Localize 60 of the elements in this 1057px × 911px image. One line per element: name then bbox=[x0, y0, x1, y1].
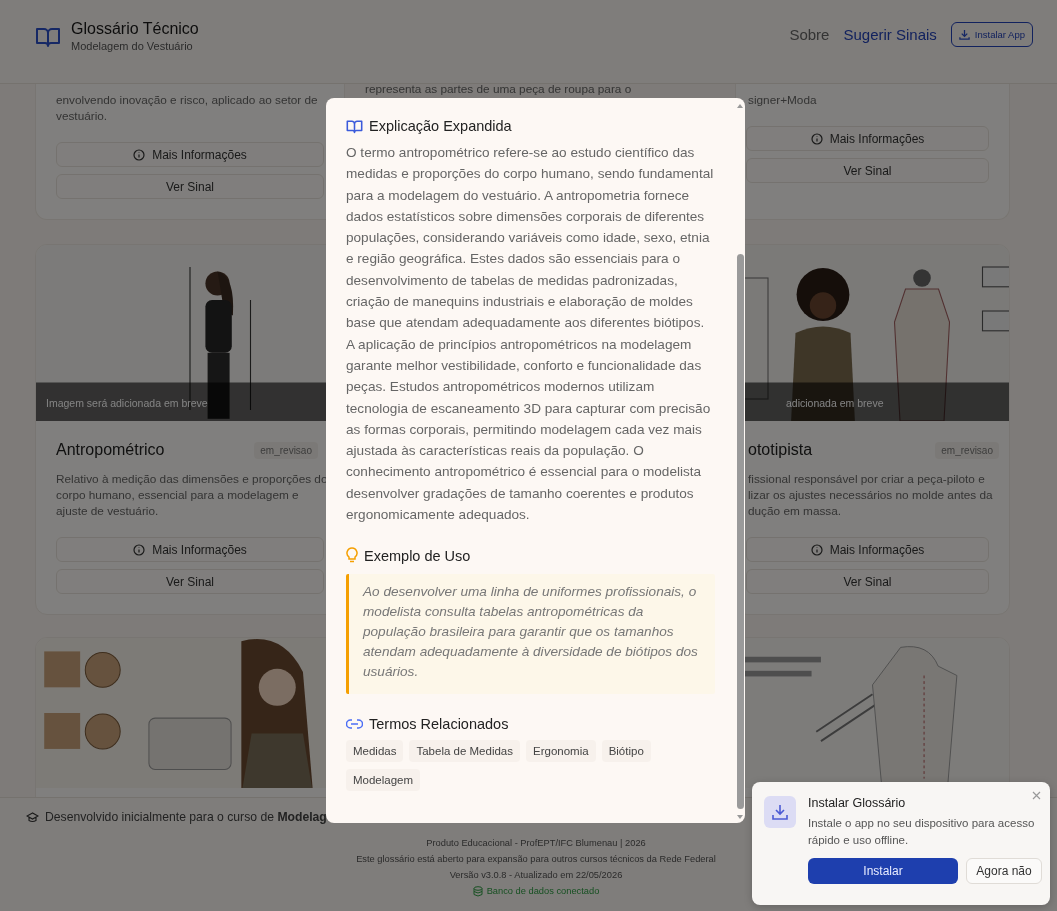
card-description-line: fissional responsável por criar a peça-piloto e bbox=[748, 471, 986, 487]
info-icon bbox=[133, 148, 146, 161]
related-term-chip[interactable]: Medidas bbox=[346, 740, 404, 763]
footer-line: Versão v3.0.8 - Atualizado em 22/05/2026 bbox=[449, 869, 623, 882]
install-app-button[interactable]: Instalar App bbox=[950, 22, 1033, 47]
status-tag: em_revisao bbox=[935, 441, 999, 459]
card-description-line: vestuário. bbox=[56, 108, 109, 124]
card-description-line: envolvendo inovação e risco, aplicado ao setor de bbox=[56, 92, 319, 108]
explanation-text: O termo antropométrico refere-se ao estudo científico das medidas e proporções do corpo humano, sendo fundamental para a modelagem do vestuário. A antropometria fornece dados estatísticos sobre dimensões corporais de diferentes populações, considerando variáveis como idade, sexo, etnia e região geográfica. Estes dados são essenciais para o desenvolvimento de tabelas de medidas padronizadas, criação de manequins industriais e elaboração de moldes base que atendam adequadamente aos diferentes biótipos. A aplicação de princípios antropométricos na modelagem garante melhor vestibilidade, conforto e funcionalidade das peças. Estudos antropométricos modernos utilizam tecnologia de escaneamento 3D para capturar com precisão as formas corporais, permitindo modelagem cada vez mais ajustada às características reais da população. O conhecimento antropométrico é essencial para o modelista desenvolver gradações de tamanho coerentes e produtos ergonomicamente adequados. bbox=[346, 144, 715, 525]
nav-link[interactable]: Sobre bbox=[789, 26, 830, 43]
card-description-line: ajuste de vestuário. bbox=[56, 503, 160, 519]
link-icon bbox=[346, 719, 363, 730]
example-quote: Ao desenvolver uma linha de uniformes profissionais, o modelista consulta tabelas antropométricas da população brasileira para garantir que os tamanhos atendam adequadamente à diversidade de biótipos dos usuários. bbox=[346, 574, 715, 695]
database-status: Banco de dados conectado bbox=[486, 885, 600, 898]
related-term-chip[interactable]: Ergonomia bbox=[526, 740, 596, 763]
image-caption: adicionada em breve bbox=[786, 397, 884, 409]
card-title: Antropométrico bbox=[56, 441, 165, 459]
install-button[interactable]: Instalar bbox=[808, 858, 958, 884]
section-title: Termos Relacionados bbox=[369, 716, 509, 733]
toast-title: Instalar Glossário bbox=[808, 796, 907, 810]
info-icon bbox=[133, 543, 146, 556]
section-title: Exemplo de Uso bbox=[364, 547, 471, 564]
more-info-button[interactable]: Mais Informações bbox=[746, 126, 989, 151]
info-icon bbox=[810, 543, 823, 556]
info-icon bbox=[810, 132, 823, 145]
dismiss-button[interactable]: Agora não bbox=[966, 858, 1042, 884]
app-subtitle: Modelagem do Vestuário bbox=[71, 40, 194, 52]
view-sign-button[interactable]: Ver Sinal bbox=[56, 174, 324, 199]
more-info-button[interactable]: Mais Informações bbox=[56, 142, 324, 167]
card-description-line: representa as partes de uma peça de roupa para o bbox=[365, 84, 633, 95]
footer-credit: Desenvolvido inicialmente para o curso de Modelag bbox=[45, 810, 327, 824]
book-icon bbox=[346, 118, 363, 134]
more-info-button[interactable]: Mais Informações bbox=[56, 537, 324, 562]
nav-link[interactable]: Sugerir Sinais bbox=[843, 26, 937, 43]
related-term-chip[interactable]: Tabela de Medidas bbox=[409, 740, 520, 763]
database-icon bbox=[472, 885, 483, 897]
book-icon bbox=[35, 26, 61, 48]
card-description-line: lizar os ajustes necessários no molde antes da bbox=[748, 487, 994, 503]
card-description-line: signer+Moda bbox=[748, 92, 818, 108]
card-description-line: dução em massa. bbox=[748, 503, 843, 519]
download-icon bbox=[958, 29, 970, 40]
close-icon[interactable] bbox=[1032, 791, 1041, 800]
related-term-chip[interactable]: Biótipo bbox=[601, 740, 651, 763]
card-title: ototipista bbox=[748, 441, 813, 459]
footer-line: Produto Educacional - ProfEPT/IFC Blumenau | 2026 bbox=[426, 837, 646, 850]
view-sign-button[interactable]: Ver Sinal bbox=[56, 569, 324, 594]
toast-message: Instale o app no seu dispositivo para acesso rápido e uso offline. bbox=[808, 816, 1036, 848]
image-caption: Imagem será adicionada em breve bbox=[46, 397, 208, 409]
footer-line: Este glossário está aberto para expansão para outros cursos técnicos da Rede Federal bbox=[356, 853, 716, 866]
related-term-chip[interactable]: Modelagem bbox=[346, 769, 421, 792]
status-tag: em_revisao bbox=[254, 441, 318, 459]
card-description-line: corpo humano, essencial para a modelagem e bbox=[56, 487, 300, 503]
view-sign-button[interactable]: Ver Sinal bbox=[746, 158, 989, 183]
graduation-cap-icon bbox=[26, 811, 39, 823]
download-icon bbox=[764, 796, 796, 828]
more-info-button[interactable]: Mais Informações bbox=[746, 537, 989, 562]
app-title: Glossário Técnico bbox=[71, 20, 199, 38]
section-title: Explicação Expandida bbox=[369, 118, 512, 134]
view-sign-button[interactable]: Ver Sinal bbox=[746, 569, 989, 594]
lightbulb-icon bbox=[346, 547, 358, 565]
